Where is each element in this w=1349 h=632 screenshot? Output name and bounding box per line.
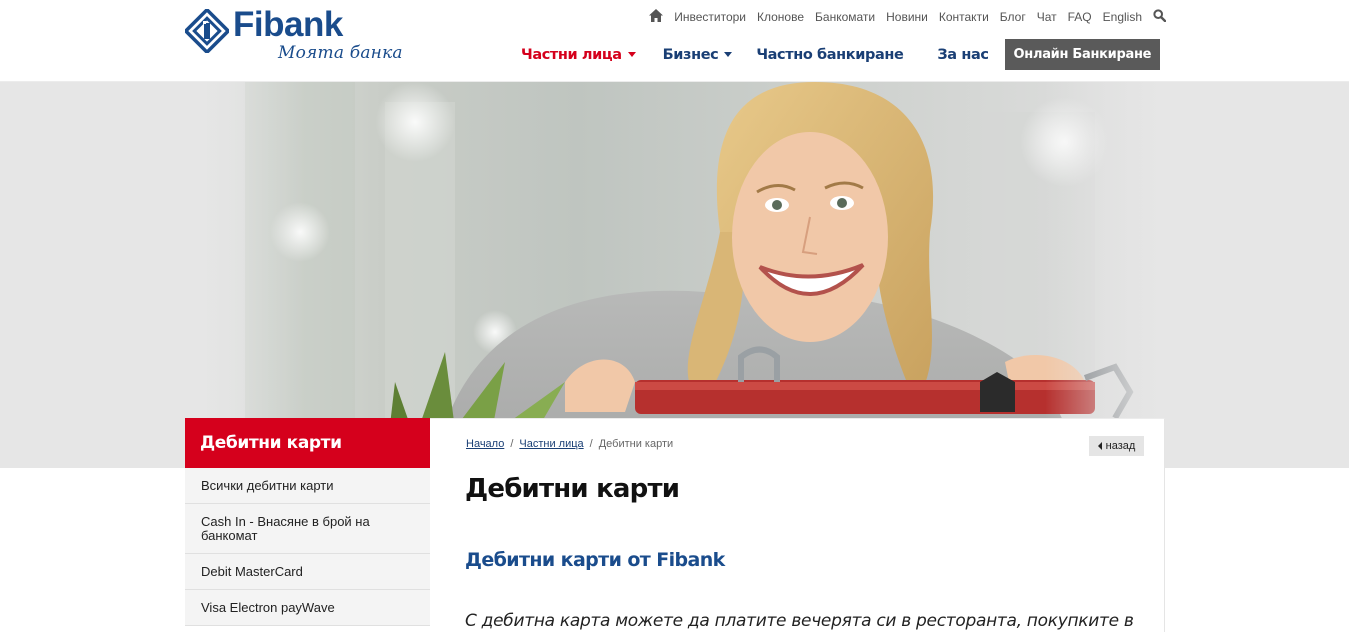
nav-private-banking[interactable]: Частно банкиране [756, 47, 903, 63]
hero-banner [0, 82, 1349, 468]
section-subtitle: Дебитни карти от Fibank [465, 549, 725, 571]
util-link-investors[interactable]: Инвеститори [674, 9, 746, 25]
sidebar-item-visa-electron[interactable]: Visa Electron payWave [185, 590, 430, 626]
util-link-contacts[interactable]: Контакти [939, 9, 989, 25]
util-link-english[interactable]: English [1103, 9, 1142, 25]
sidebar-item-all-debit-cards[interactable]: Всички дебитни карти [185, 468, 430, 504]
fibank-logo-mark-icon [185, 9, 229, 53]
hero-photo-illustration [185, 82, 1165, 468]
back-button[interactable]: назад [1089, 436, 1144, 456]
hero-image [185, 82, 1165, 468]
page-title: Дебитни карти [465, 474, 680, 504]
nav-business[interactable]: Бизнес [663, 47, 733, 63]
breadcrumb: Начало / Частни лица / Дебитни карти [466, 438, 673, 450]
search-button[interactable] [1142, 8, 1166, 26]
main-nav: Частни лица Бизнес Частно банкиране За н… [521, 39, 1161, 70]
home-icon [649, 8, 664, 22]
body-paragraph: С дебитна карта можете да платите вечеря… [465, 611, 1134, 631]
main-content: Начало / Частни лица / Дебитни карти назад Д… [430, 418, 1165, 632]
back-button-label: назад [1105, 440, 1136, 452]
fibank-logo[interactable]: Fibank Моята банка [185, 5, 420, 69]
nav-about-us[interactable]: За нас [937, 47, 989, 63]
logo-wordmark: Fibank [233, 5, 343, 44]
nav-private-clients[interactable]: Частни лица [521, 47, 636, 63]
breadcrumb-separator: / [510, 438, 514, 450]
breadcrumb-private-clients[interactable]: Частни лица [519, 438, 583, 450]
nav-business-label: Бизнес [662, 46, 719, 63]
breadcrumb-separator: / [589, 438, 593, 450]
util-link-atms[interactable]: Банкомати [815, 9, 875, 25]
site-header: Fibank Моята банка Инвеститори Клонове Б… [0, 0, 1349, 82]
home-link[interactable] [649, 8, 664, 26]
chevron-down-icon [724, 52, 733, 57]
chevron-down-icon [627, 52, 636, 57]
sidebar-list: Всички дебитни карти Cash In - Внасяне в… [185, 468, 430, 626]
sidebar-item-debit-mastercard[interactable]: Debit MasterCard [185, 554, 430, 590]
back-arrow-icon [1097, 442, 1102, 450]
nav-private-clients-label: Частни лица [521, 46, 622, 63]
online-banking-button[interactable]: Онлайн Банкиране [1004, 39, 1161, 70]
sidebar-title: Дебитни карти [185, 418, 438, 468]
util-link-faq[interactable]: FAQ [1068, 9, 1092, 25]
search-icon [1153, 8, 1166, 22]
util-link-blog[interactable]: Блог [1000, 9, 1026, 25]
sidebar: Дебитни карти Всички дебитни карти Cash … [185, 418, 438, 626]
breadcrumb-home[interactable]: Начало [466, 438, 504, 450]
utility-nav: Инвеститори Клонове Банкомати Новини Кон… [649, 8, 1166, 26]
breadcrumb-current: Дебитни карти [598, 438, 674, 450]
util-link-news[interactable]: Новини [886, 9, 928, 25]
util-link-branches[interactable]: Клонове [757, 9, 804, 25]
sidebar-item-cash-in[interactable]: Cash In - Внасяне в брой на банкомат [185, 504, 430, 554]
logo-tagline: Моята банка [278, 43, 403, 63]
util-link-chat[interactable]: Чат [1037, 9, 1057, 25]
